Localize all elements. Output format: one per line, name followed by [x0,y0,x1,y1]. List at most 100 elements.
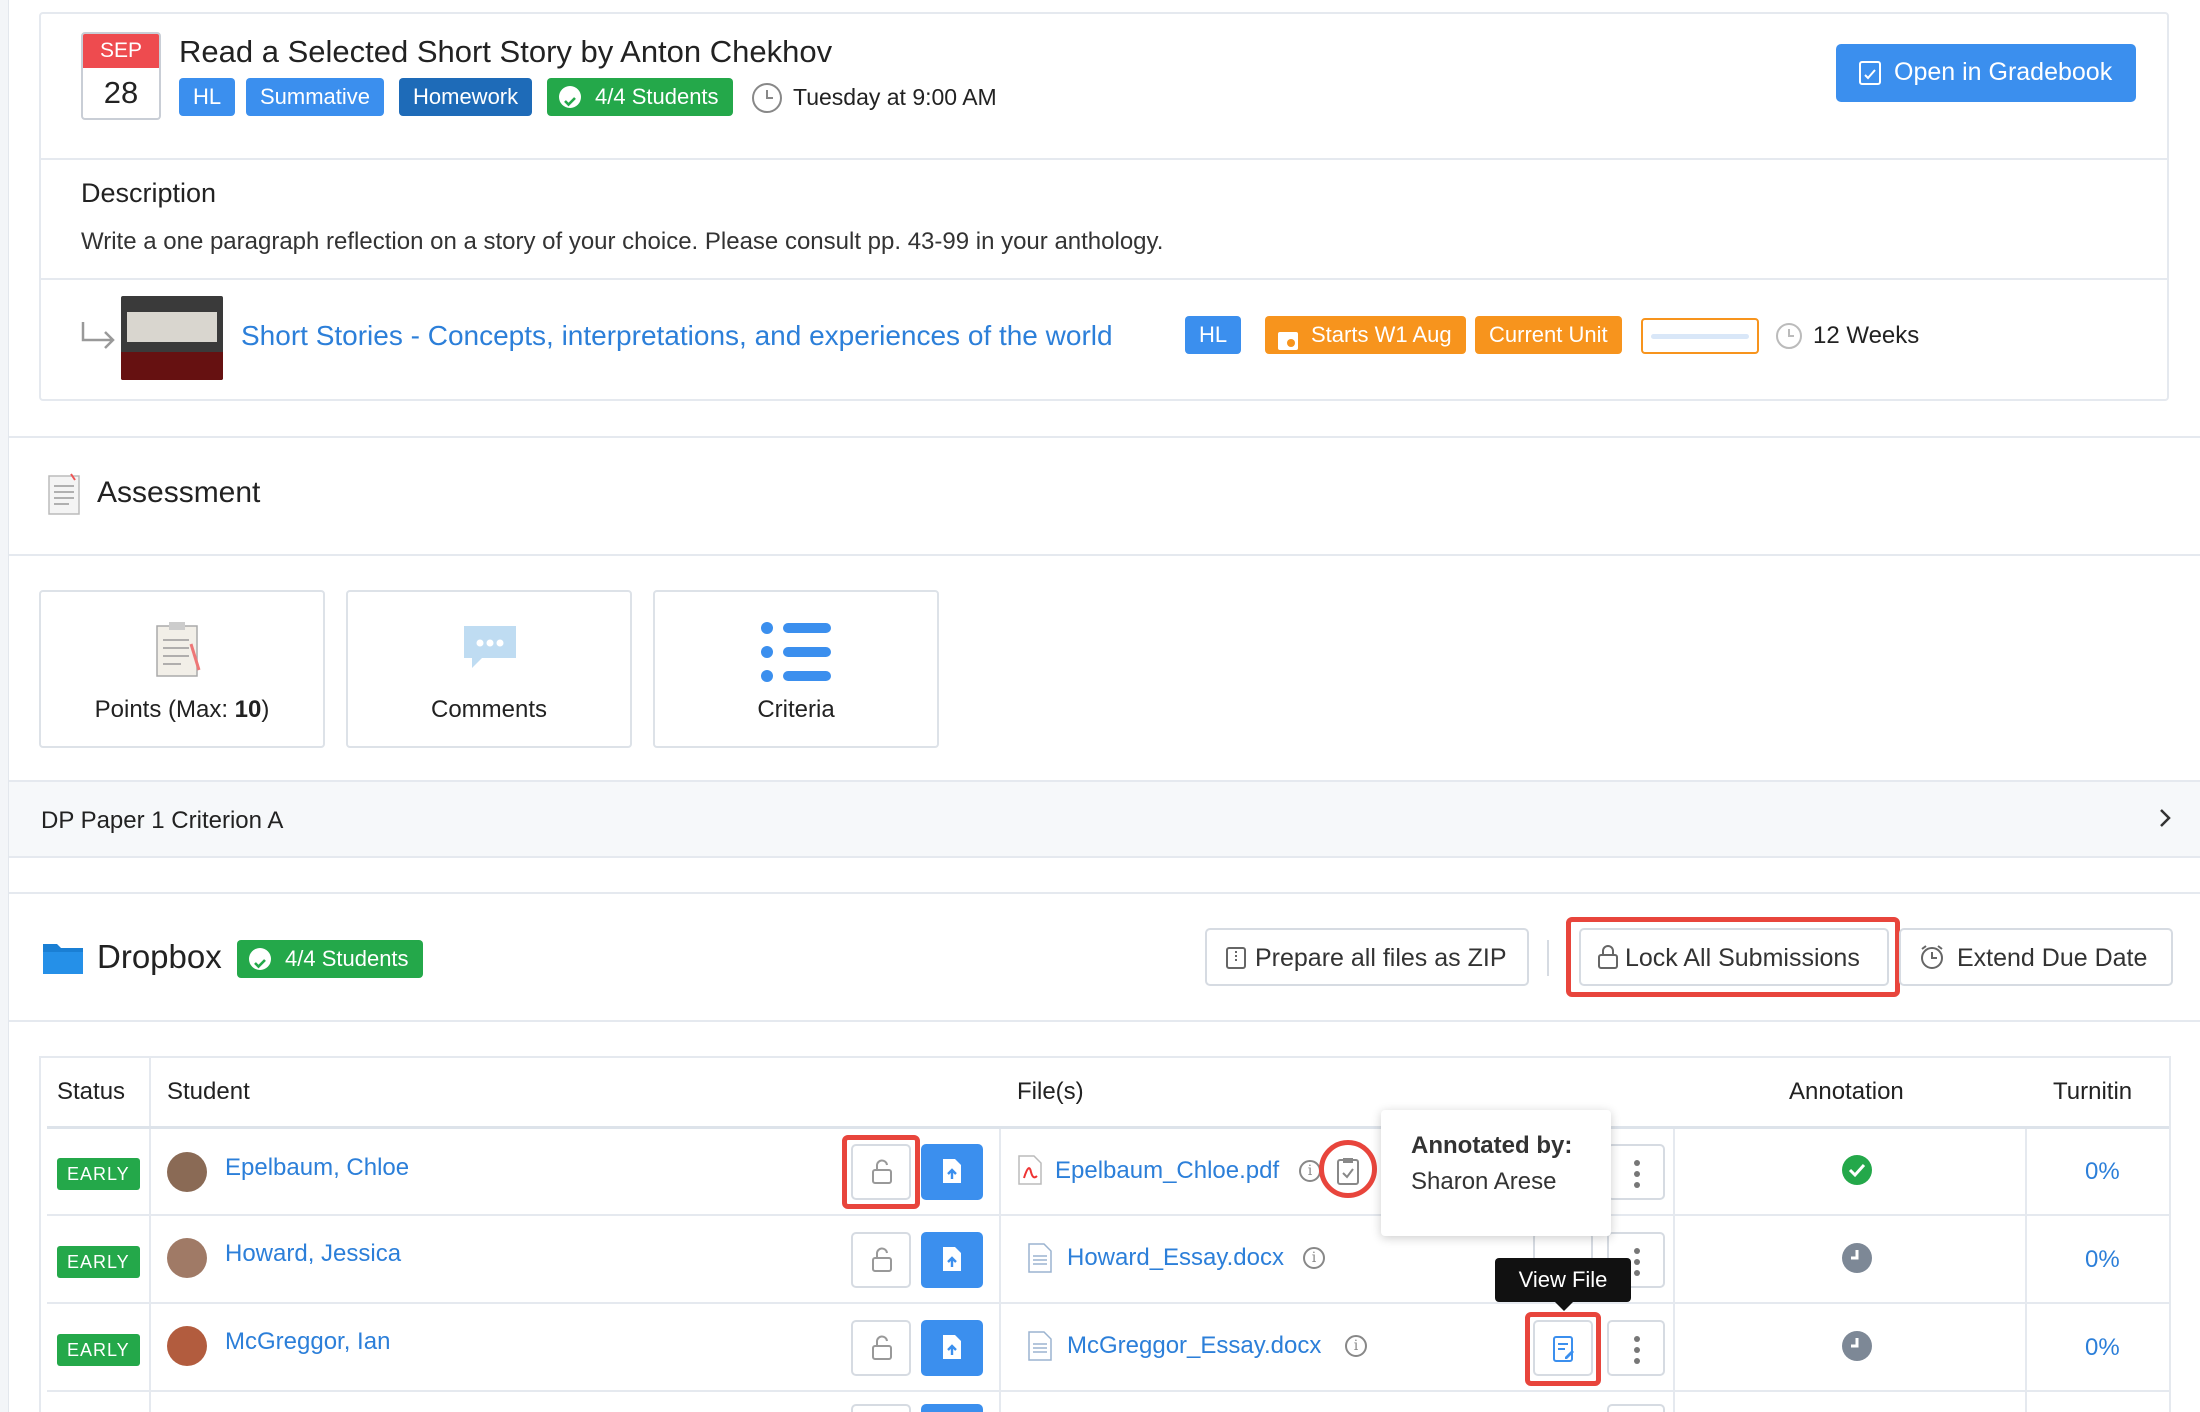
avatar[interactable] [167,1238,207,1278]
highlight-view-file [1525,1312,1601,1386]
column-files[interactable]: File(s) [1017,1078,1084,1106]
comments-option[interactable]: Comments [346,590,632,748]
turnitin-score[interactable]: 0% [2085,1334,2120,1362]
divider [41,278,2167,280]
criterion-row[interactable]: DP Paper 1 Criterion A [9,780,2200,858]
zip-file-icon [1225,946,1247,977]
duration-clock-icon [1775,322,1803,357]
gradebook-icon [1858,60,1882,93]
file-upload-icon [941,1333,963,1368]
upload-file-button[interactable] [921,1320,983,1376]
upload-file-button[interactable] [921,1404,983,1412]
points-label: Points (Max: 10) [41,696,323,724]
info-icon[interactable]: i [1303,1247,1325,1269]
upload-file-button[interactable] [921,1232,983,1288]
open-gradebook-label: Open in Gradebook [1894,58,2113,86]
current-unit-tag: Current Unit [1475,316,1622,354]
view-file-tooltip: View File [1495,1258,1631,1302]
points-option[interactable]: Points (Max: 10) [39,590,325,748]
prepare-zip-button[interactable]: Prepare all files as ZIP [1205,928,1529,986]
prepare-zip-label: Prepare all files as ZIP [1255,944,1507,972]
section-divider [9,892,2200,894]
info-icon[interactable]: i [1299,1160,1321,1182]
unit-starts-tag: Starts W1 Aug [1265,316,1466,354]
dropbox-students-badge[interactable]: 4/4 Students [237,940,423,978]
calendar-icon [1277,325,1299,363]
tooltip-arrow [1555,1302,1573,1311]
unit-link[interactable]: Short Stories - Concepts, interpretation… [241,320,1113,352]
open-gradebook-button[interactable]: Open in Gradebook [1836,44,2136,102]
unlock-button[interactable] [851,1320,911,1376]
status-badge: EARLY [57,1158,140,1190]
upload-file-button[interactable] [921,1144,983,1200]
file-link[interactable]: Howard_Essay.docx [1067,1244,1284,1272]
assignment-title: Read a Selected Short Story by Anton Che… [179,34,833,69]
chevron-right-icon [2157,806,2173,837]
annotation-pending-icon [1841,1330,1873,1369]
highlight-unlock [842,1135,920,1209]
avatar[interactable] [167,1152,207,1192]
unit-tag-hl: HL [1185,316,1242,354]
page: SEP 28 Read a Selected Short Story by An… [8,0,2200,1412]
student-link[interactable]: Howard, Jessica [225,1240,401,1268]
dropbox-heading: Dropbox [97,938,222,975]
pdf-file-icon [1017,1154,1043,1193]
column-student[interactable]: Student [167,1078,250,1106]
unlock-button[interactable] [851,1232,911,1288]
extend-due-date-label: Extend Due Date [1957,944,2148,972]
unlock-icon [871,1335,893,1368]
row-divider [47,1390,2169,1392]
file-link[interactable]: Epelbaum_Chloe.pdf [1055,1157,1279,1185]
column-annotation[interactable]: Annotation [1789,1078,1904,1106]
unlock-icon [871,1247,893,1280]
student-link[interactable]: McGreggor, Ian [225,1328,390,1356]
unit-duration: 12 Weeks [1813,322,1920,349]
status-badge: EARLY [57,1334,140,1366]
list-icon [761,622,833,689]
annotation-pending-icon [1841,1242,1873,1281]
tag-hl: HL [179,78,236,116]
points-max: 10 [234,696,262,723]
typewriter-body [121,352,223,380]
column-divider [1673,1126,1675,1412]
description-heading: Description [81,178,217,208]
header-divider [47,1126,2169,1129]
more-options-button[interactable] [1607,1320,1665,1376]
unit-thumbnail[interactable] [121,296,223,380]
avatar[interactable] [167,1326,207,1366]
info-icon[interactable]: i [1345,1335,1367,1357]
assessment-heading: Assessment [97,476,261,509]
assignment-card: SEP 28 Read a Selected Short Story by An… [39,12,2169,401]
unit-progress-track [1651,334,1749,339]
unit-progress-bar [1641,318,1759,354]
check-circle-icon [249,948,271,970]
unlock-button[interactable] [851,1404,911,1412]
criteria-option[interactable]: Criteria [653,590,939,748]
row-divider [47,1214,2169,1216]
turnitin-score[interactable]: 0% [2085,1158,2120,1186]
column-divider [999,1126,1001,1412]
criterion-label: DP Paper 1 Criterion A [41,807,284,834]
date-badge: SEP 28 [81,32,161,120]
unit-starts-label: Starts W1 Aug [1311,322,1452,347]
document-file-icon [1027,1330,1053,1369]
points-clipboard-icon [153,620,205,687]
due-time: Tuesday at 9:00 AM [793,84,997,110]
file-link[interactable]: McGreggor_Essay.docx [1067,1332,1321,1360]
student-link[interactable]: Epelbaum, Chloe [225,1154,409,1182]
turnitin-score[interactable]: 0% [2085,1246,2120,1274]
more-options-button[interactable] [1607,1144,1665,1200]
file-upload-icon [941,1245,963,1280]
annotation-done-icon [1841,1154,1873,1193]
column-turnitin[interactable]: Turnitin [2053,1078,2132,1106]
more-options-button[interactable] [1607,1404,1665,1412]
assessment-icon [45,470,85,525]
extend-due-date-button[interactable]: Extend Due Date [1899,928,2173,986]
date-day: 28 [103,75,139,110]
folder-icon [41,940,85,983]
dropbox-students-label: 4/4 Students [285,946,409,971]
students-badge[interactable]: 4/4 Students [547,78,733,116]
highlight-annotation-icon [1319,1140,1377,1198]
column-status[interactable]: Status [57,1078,125,1106]
annotated-by-title: Annotated by: [1411,1132,1573,1159]
